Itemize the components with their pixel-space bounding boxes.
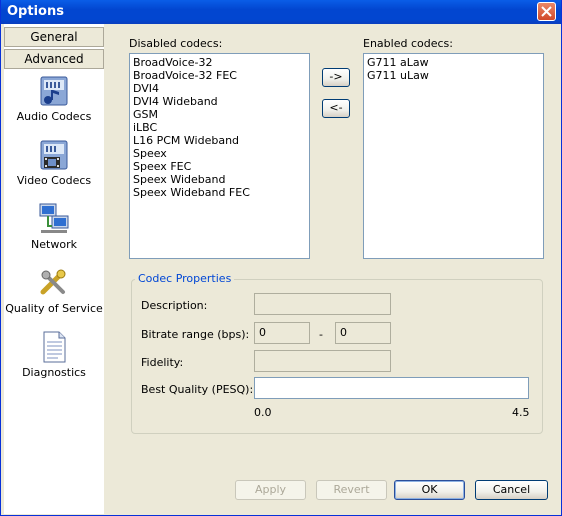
fidelity-label: Fidelity:: [141, 356, 184, 369]
best-quality-label: Best Quality (PESQ):: [141, 383, 254, 396]
disabled-codecs-list[interactable]: BroadVoice-32 BroadVoice-32 FEC DVI4 DVI…: [129, 53, 310, 259]
close-icon: [541, 6, 552, 17]
disabled-codecs-label: Disabled codecs:: [129, 37, 223, 50]
video-codecs-icon: [37, 138, 71, 172]
enabled-codecs-label: Enabled codecs:: [363, 37, 453, 50]
sidebar-item-label: Audio Codecs: [16, 110, 92, 123]
audio-codecs-icon: [37, 74, 71, 108]
sidebar-item-audio-codecs[interactable]: Audio Codecs: [4, 74, 104, 123]
list-item[interactable]: BroadVoice-32 FEC: [133, 69, 306, 82]
tab-general[interactable]: General: [4, 27, 104, 47]
revert-button[interactable]: Revert: [316, 480, 387, 500]
bitrate-min-field: 0: [254, 322, 310, 344]
scale-max-label: 4.5: [512, 406, 530, 419]
quality-of-service-icon: [37, 266, 71, 300]
sidebar-item-label: Quality of Service: [5, 302, 103, 315]
options-window: Options General Advanced Audio Codecs Vi…: [0, 0, 562, 516]
sidebar-item-label: Video Codecs: [16, 174, 92, 187]
list-item[interactable]: Speex Wideband FEC: [133, 186, 306, 199]
title-bar[interactable]: Options: [1, 0, 561, 24]
cancel-button[interactable]: Cancel: [475, 480, 548, 500]
bitrate-range-label: Bitrate range (bps):: [141, 328, 250, 341]
best-quality-bar: [254, 377, 529, 399]
list-item[interactable]: L16 PCM Wideband: [133, 134, 306, 147]
tab-advanced[interactable]: Advanced: [4, 49, 104, 69]
move-right-button[interactable]: ->: [322, 68, 350, 87]
move-left-button[interactable]: <-: [322, 99, 350, 118]
network-icon: [37, 202, 71, 236]
bitrate-max-field: 0: [335, 322, 391, 344]
list-item[interactable]: DVI4: [133, 82, 306, 95]
description-field: [254, 293, 391, 315]
sidebar-item-quality-of-service[interactable]: Quality of Service: [4, 266, 104, 315]
bitrate-separator: -: [319, 328, 323, 341]
close-button[interactable]: [537, 2, 556, 21]
list-item[interactable]: G711 aLaw: [367, 56, 540, 69]
description-label: Description:: [141, 299, 208, 312]
sidebar-item-video-codecs[interactable]: Video Codecs: [4, 138, 104, 187]
list-item[interactable]: BroadVoice-32: [133, 56, 306, 69]
list-item[interactable]: Speex: [133, 147, 306, 160]
list-item[interactable]: iLBC: [133, 121, 306, 134]
ok-button[interactable]: OK: [394, 480, 465, 500]
apply-button[interactable]: Apply: [235, 480, 306, 500]
list-item[interactable]: G711 uLaw: [367, 69, 540, 82]
sidebar: General Advanced Audio Codecs Video Code…: [4, 24, 104, 514]
codec-properties-title: Codec Properties: [135, 272, 235, 285]
sidebar-item-label: Network: [31, 238, 77, 251]
enabled-codecs-list[interactable]: G711 aLaw G711 uLaw: [363, 53, 544, 259]
sidebar-item-network[interactable]: Network: [4, 202, 104, 251]
diagnostics-icon: [37, 330, 71, 364]
list-item[interactable]: GSM: [133, 108, 306, 121]
scale-min-label: 0.0: [254, 406, 272, 419]
list-item[interactable]: DVI4 Wideband: [133, 95, 306, 108]
list-item[interactable]: Speex Wideband: [133, 173, 306, 186]
sidebar-item-label: Diagnostics: [22, 366, 86, 379]
window-title: Options: [7, 4, 64, 19]
list-item[interactable]: Speex FEC: [133, 160, 306, 173]
sidebar-item-diagnostics[interactable]: Diagnostics: [4, 330, 104, 379]
fidelity-field: [254, 350, 391, 372]
